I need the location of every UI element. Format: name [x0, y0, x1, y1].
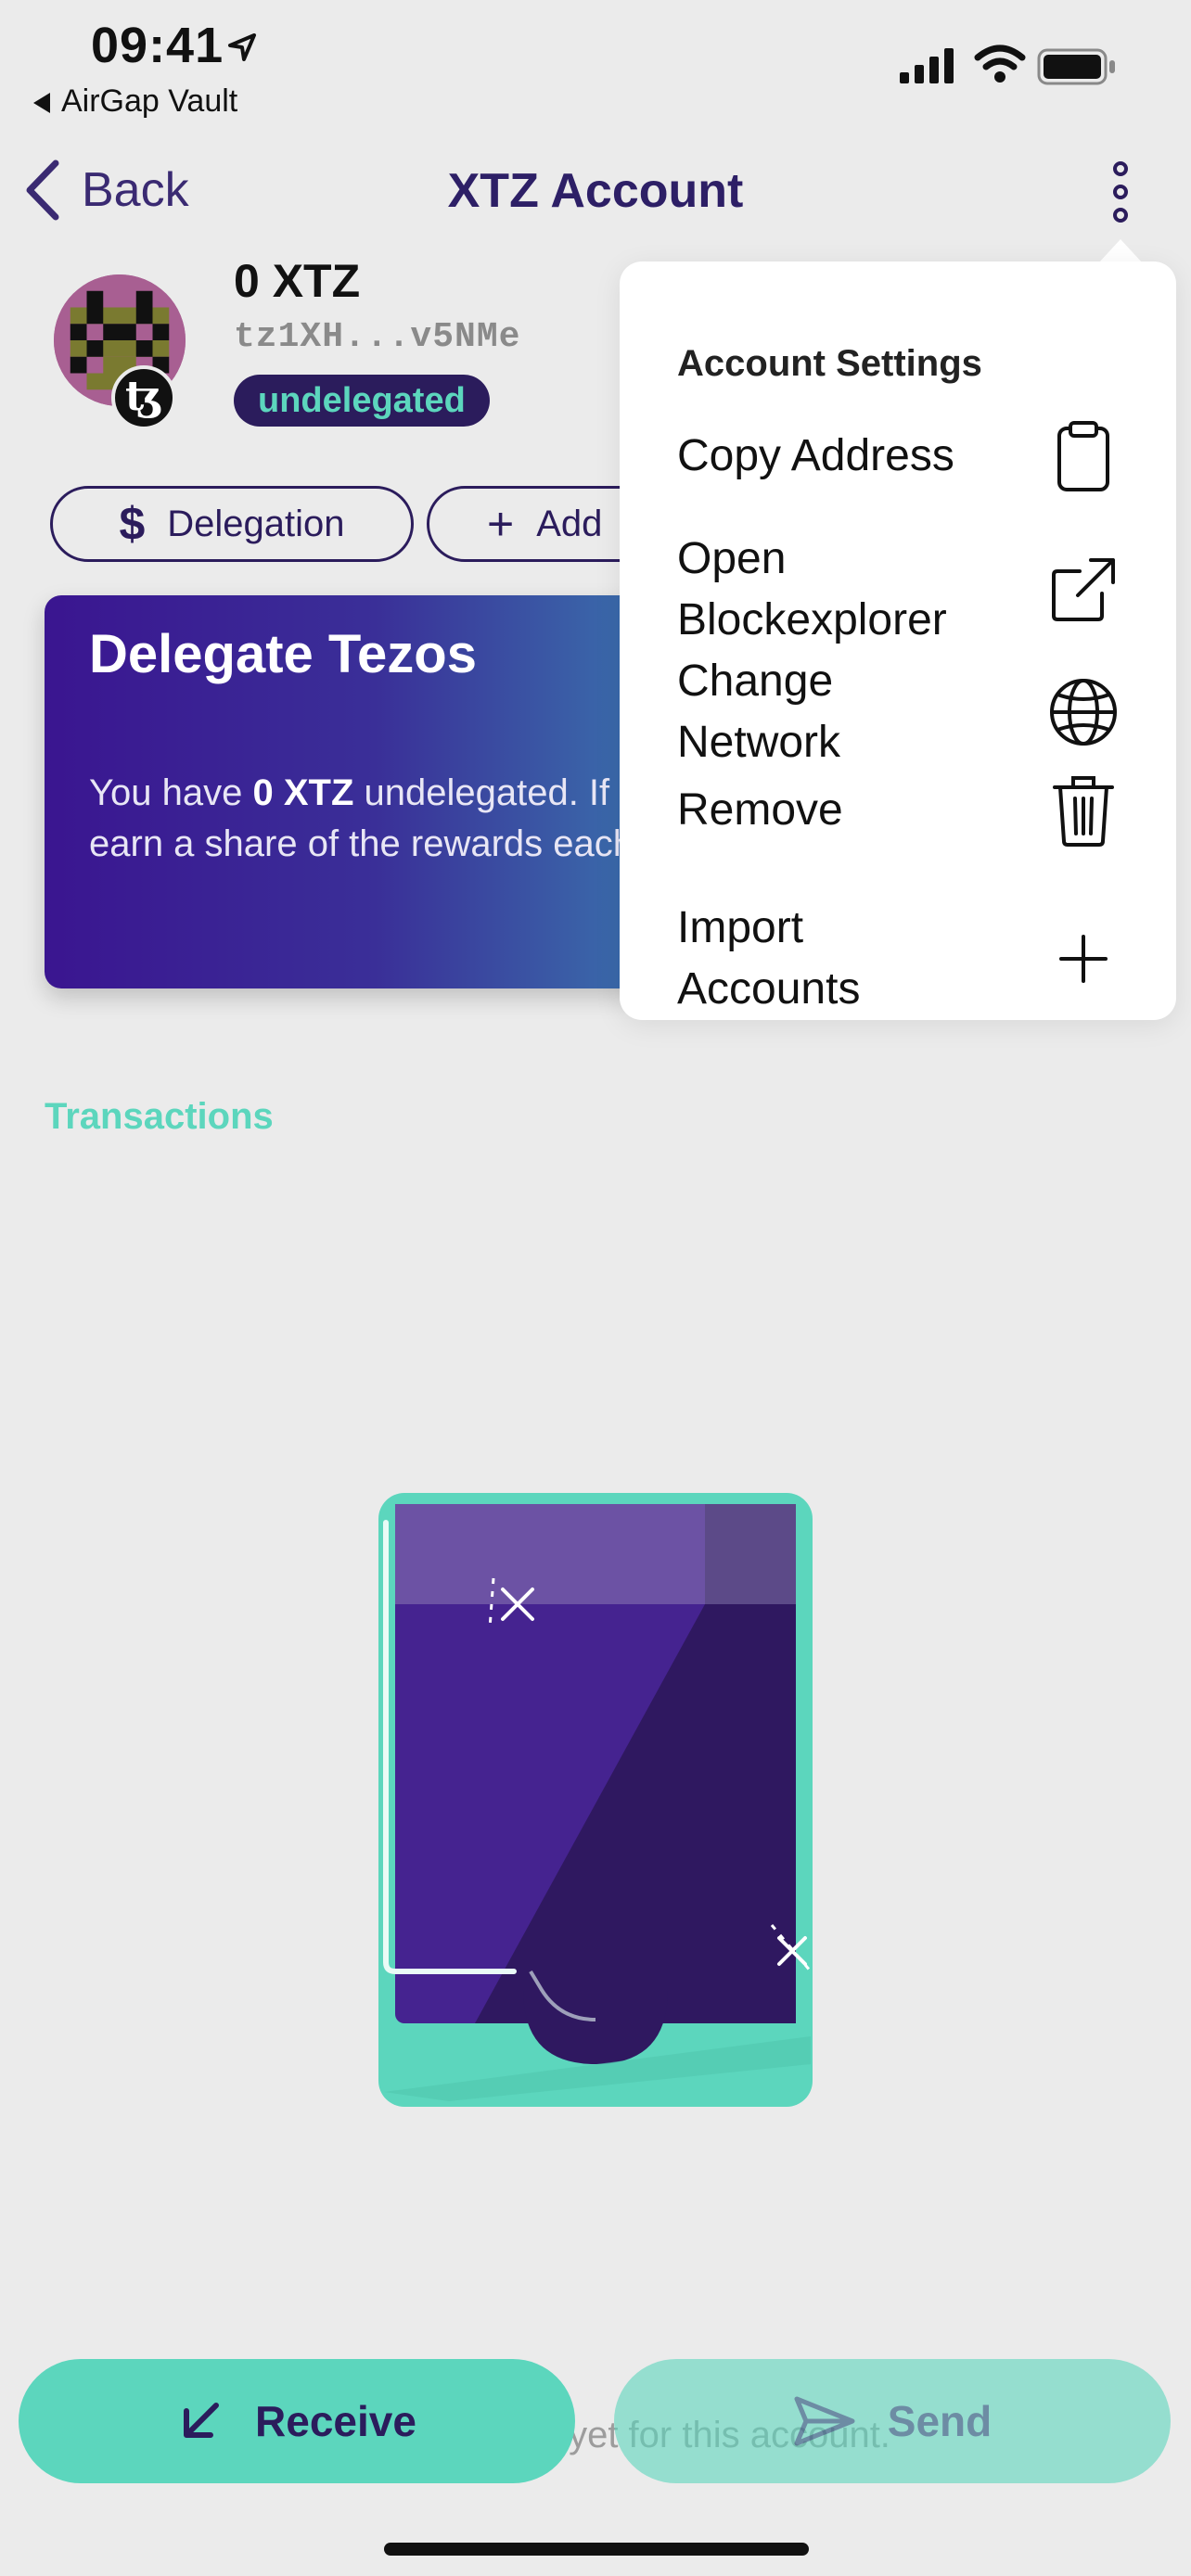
back-app-label: AirGap Vault	[61, 83, 238, 119]
dollar-icon: $	[119, 498, 146, 550]
page-title: XTZ Account	[447, 164, 744, 218]
battery-icon	[1037, 48, 1115, 85]
menu-item-label: Change Network	[677, 657, 841, 767]
cellular-signal-icon	[900, 48, 954, 83]
clipboard-icon	[1046, 419, 1121, 493]
back-to-app-link[interactable]: AirGap Vault	[33, 83, 237, 120]
send-icon	[794, 2396, 855, 2446]
globe-icon	[1046, 675, 1121, 749]
menu-item-open-blockexplorer[interactable]: Open Blockexplorer	[620, 529, 1176, 651]
wifi-icon	[974, 45, 1026, 83]
delegate-card-title: Delegate Tezos	[89, 624, 477, 684]
location-arrow-icon	[228, 33, 256, 61]
transactions-header: Transactions	[45, 1096, 274, 1137]
tezos-badge-icon: ꜩ	[111, 365, 176, 430]
plus-icon	[1046, 922, 1121, 996]
delegation-status-badge: undelegated	[234, 375, 490, 427]
external-link-icon	[1046, 553, 1121, 627]
menu-item-label: Remove	[677, 785, 843, 835]
send-button[interactable]: Send	[614, 2359, 1171, 2483]
menu-item-change-network[interactable]: Change Network	[620, 651, 1176, 773]
menu-item-label: Import Accounts	[677, 903, 861, 1014]
menu-item-copy-address[interactable]: Copy Address	[620, 419, 1176, 493]
account-address: tz1XH...v5NMe	[234, 317, 521, 357]
send-label: Send	[887, 2397, 992, 2445]
plus-icon: +	[487, 498, 515, 550]
menu-item-remove[interactable]: Remove	[620, 773, 1176, 848]
receive-label: Receive	[255, 2397, 416, 2445]
more-options-icon[interactable]	[1102, 159, 1139, 224]
trash-icon	[1046, 773, 1121, 848]
menu-item-label: Copy Address	[677, 431, 954, 480]
popover-arrow	[1098, 239, 1143, 263]
empty-wallet-illustration	[378, 1493, 813, 2107]
status-time: 09:41	[91, 18, 224, 73]
account-settings-menu: Account Settings Copy Address Open Block…	[620, 261, 1176, 1020]
menu-heading: Account Settings	[677, 343, 982, 384]
back-triangle-icon	[33, 93, 50, 114]
menu-item-label: Open Blockexplorer	[677, 534, 947, 644]
delegation-label: Delegation	[167, 503, 345, 544]
home-indicator	[384, 2543, 809, 2556]
add-label: Add	[536, 503, 603, 544]
account-balance: 0 XTZ	[234, 255, 361, 307]
menu-item-import-accounts[interactable]: Import Accounts	[620, 898, 1176, 1020]
receive-button[interactable]: Receive	[19, 2359, 575, 2483]
arrow-down-left-icon	[184, 2403, 220, 2438]
delegation-button[interactable]: $ Delegation	[50, 486, 414, 562]
